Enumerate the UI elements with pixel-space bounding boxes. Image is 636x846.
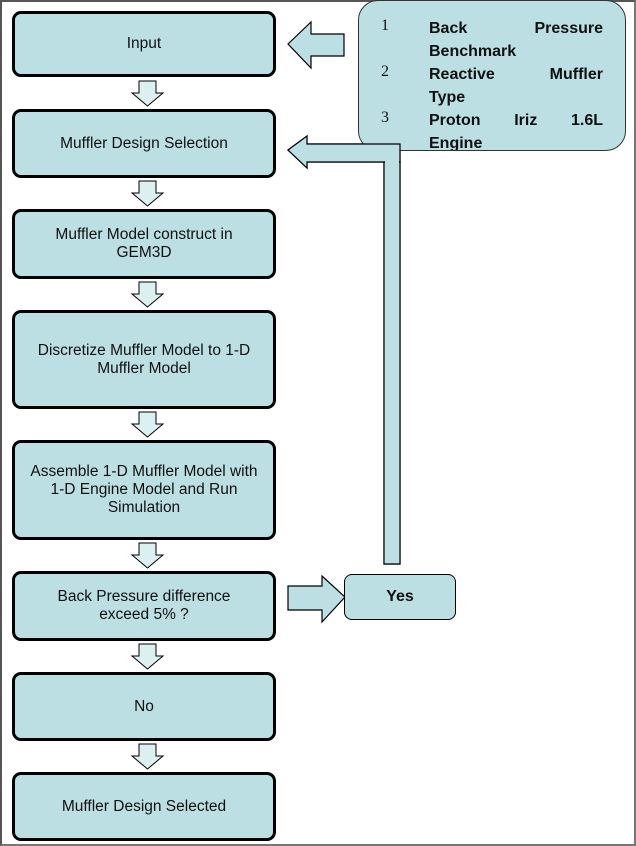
step-label: No bbox=[134, 697, 154, 715]
input-list-box: 1 Back Pressure Benchmark 2 Reactive Muf… bbox=[358, 0, 626, 151]
list-text-line: Benchmark bbox=[429, 43, 517, 60]
down-arrow-4 bbox=[130, 411, 165, 438]
step-input: Input bbox=[12, 11, 276, 77]
list-text-line: Engine bbox=[429, 135, 483, 151]
list-number: 3 bbox=[381, 109, 389, 126]
step-decision: Back Pressure difference exceed 5% ? bbox=[12, 571, 276, 641]
feedback-vertical-bar bbox=[383, 161, 401, 565]
down-arrow-1 bbox=[130, 80, 165, 107]
list-text-line: Back Pressure bbox=[429, 20, 603, 37]
yes-label: Yes bbox=[386, 588, 414, 605]
list-text-line: Proton Iriz 1.6L bbox=[429, 112, 603, 129]
list-text-line: Reactive Muffler bbox=[429, 66, 603, 83]
down-arrow-6 bbox=[130, 643, 165, 670]
down-arrow-2 bbox=[130, 180, 165, 207]
step-assemble: Assemble 1-D Muffler Model with 1-D Engi… bbox=[12, 440, 276, 540]
step-muffler-design-selection: Muffler Design Selection bbox=[12, 109, 276, 178]
input-left-arrow bbox=[287, 20, 345, 70]
down-arrow-3 bbox=[130, 281, 165, 308]
step-label: Muffler Design Selected bbox=[61, 797, 227, 815]
step-label: Back Pressure difference exceed 5% ? bbox=[57, 588, 231, 623]
step-label: Muffler Design Selection bbox=[60, 134, 228, 152]
step-label: Assemble 1-D Muffler Model with 1-D Engi… bbox=[30, 463, 258, 516]
step-discretize: Discretize Muffler Model to 1-D Muffler … bbox=[12, 310, 276, 409]
step-label: Input bbox=[126, 35, 162, 52]
step-no: No bbox=[12, 672, 276, 741]
list-text-line: Type bbox=[429, 89, 466, 106]
list-number: 2 bbox=[381, 63, 389, 80]
step-label: Muffler Model construct in GEM3D bbox=[55, 226, 233, 261]
step-label: Discretize Muffler Model to 1-D Muffler … bbox=[37, 341, 251, 377]
yes-box: Yes bbox=[344, 574, 456, 620]
down-arrow-7 bbox=[130, 743, 165, 770]
yes-right-arrow bbox=[287, 574, 346, 624]
down-arrow-5 bbox=[130, 542, 165, 569]
step-selected: Muffler Design Selected bbox=[12, 772, 276, 841]
step-muffler-model-construct: Muffler Model construct in GEM3D bbox=[12, 209, 276, 279]
list-number: 1 bbox=[381, 17, 389, 34]
